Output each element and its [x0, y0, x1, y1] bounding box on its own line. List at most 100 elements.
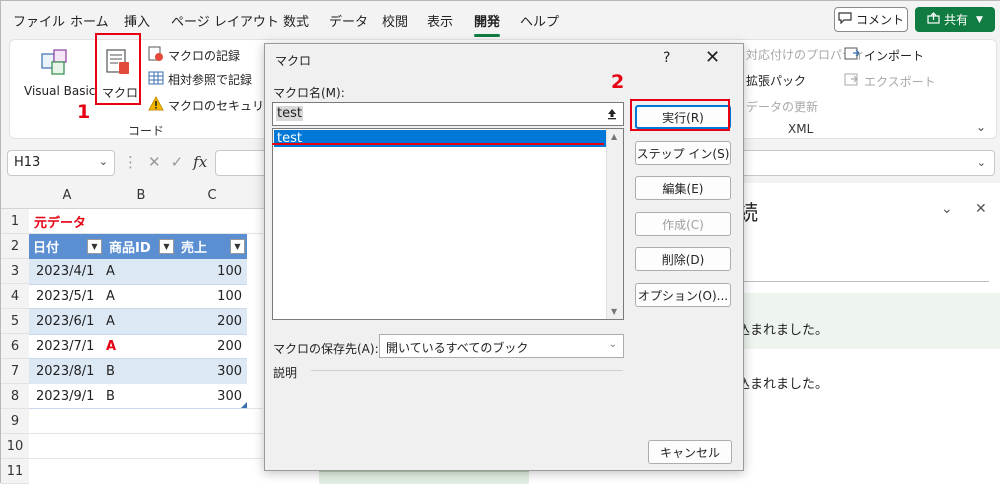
row-header[interactable]: 10: [1, 434, 29, 459]
description-divider: [311, 370, 623, 371]
collapse-dialog-icon[interactable]: [601, 103, 623, 125]
table-cell[interactable]: 100: [177, 284, 247, 309]
close-icon[interactable]: ✕: [705, 47, 720, 68]
table-cell[interactable]: B: [101, 384, 120, 409]
tab-help[interactable]: ヘルプ: [520, 11, 559, 30]
macro-list[interactable]: test ▲ ▼: [272, 128, 624, 320]
row-header[interactable]: 1: [1, 209, 29, 234]
macro-name-input[interactable]: test: [272, 102, 624, 126]
table-cell[interactable]: A: [101, 284, 120, 309]
export-button[interactable]: エクスポート: [844, 72, 936, 90]
fx-icon[interactable]: fx: [193, 153, 207, 171]
row-header[interactable]: 8: [1, 384, 29, 409]
table-cell[interactable]: 2023/6/1: [31, 309, 99, 334]
task-pane: 続 ⌄ ✕ 込まれました。 込まれました。: [709, 183, 1000, 484]
table-cell[interactable]: B: [101, 359, 120, 384]
macro-store-select[interactable]: 開いているすべてのブック ⌄: [379, 334, 624, 358]
tab-review[interactable]: 校閲: [382, 11, 408, 30]
scroll-down-icon[interactable]: ▼: [611, 307, 617, 316]
refresh-data-button[interactable]: データの更新: [746, 98, 818, 115]
record-macro-button[interactable]: マクロの記録: [148, 46, 240, 65]
table-cell-highlighted[interactable]: A: [101, 334, 121, 359]
table-cell[interactable]: 100: [177, 259, 247, 284]
row-header[interactable]: 9: [1, 409, 29, 434]
cancel-icon[interactable]: ✕: [148, 153, 161, 171]
chevron-down-icon[interactable]: ⌄: [941, 201, 953, 217]
column-header-d[interactable]: [247, 183, 264, 209]
task-pane-message: 込まれました。: [737, 323, 829, 338]
more-icon: ⋮: [123, 153, 138, 171]
visual-basic-label: Visual Basic: [24, 84, 96, 98]
sheet-title-cell[interactable]: 元データ: [29, 209, 91, 234]
task-pane-divider: [709, 281, 989, 282]
tab-data[interactable]: データ: [329, 11, 368, 30]
table-cell[interactable]: A: [101, 259, 120, 284]
tab-home[interactable]: ホーム: [70, 11, 109, 30]
tab-developer[interactable]: 開発: [474, 11, 501, 37]
column-header-c[interactable]: C: [177, 183, 247, 209]
table-cell[interactable]: 2023/7/1: [31, 334, 99, 359]
relative-reference-label: 相対参照で記録: [168, 73, 253, 87]
filter-dropdown-icon[interactable]: ▼: [159, 239, 174, 254]
confirm-icon[interactable]: ✓: [171, 153, 184, 171]
help-icon[interactable]: ?: [663, 50, 670, 66]
edit-button[interactable]: 編集(E): [635, 176, 731, 200]
table-cell[interactable]: 300: [177, 359, 247, 384]
column-header-a[interactable]: A: [29, 183, 105, 209]
select-all-corner[interactable]: [1, 183, 29, 209]
table-cell[interactable]: A: [101, 309, 120, 334]
tab-view[interactable]: 表示: [427, 11, 453, 30]
export-icon: [844, 72, 860, 90]
step-in-button[interactable]: ステップ イン(S): [635, 141, 731, 165]
row-header[interactable]: 3: [1, 259, 29, 284]
refresh-data-label: データの更新: [746, 100, 819, 114]
ribbon-collapse-icon[interactable]: ⌄: [976, 120, 986, 134]
table-cell[interactable]: 200: [177, 309, 247, 334]
row-header[interactable]: 4: [1, 284, 29, 309]
visual-basic-button[interactable]: Visual Basic: [16, 44, 96, 104]
comment-button[interactable]: コメント: [834, 7, 908, 32]
tab-file[interactable]: ファイル: [13, 11, 65, 30]
macro-name-label: マクロ名(M):: [273, 86, 345, 100]
macro-store-label: マクロの保存先(A):: [273, 342, 379, 356]
close-icon[interactable]: ✕: [975, 201, 987, 217]
scroll-up-icon[interactable]: ▲: [611, 132, 617, 141]
table-cell[interactable]: 2023/4/1: [31, 259, 99, 284]
relative-reference-button[interactable]: 相対参照で記録: [148, 70, 252, 89]
tab-formulas[interactable]: 数式: [283, 11, 309, 30]
delete-button[interactable]: 削除(D): [635, 247, 731, 271]
table-header-label: 日付: [33, 241, 60, 256]
row-header[interactable]: 11: [1, 459, 29, 484]
excel-window: ファイル ホーム 挿入 ページ レイアウト 数式 データ 校閲 表示 開発 ヘル…: [0, 0, 1000, 484]
filter-dropdown-icon[interactable]: ▼: [87, 239, 102, 254]
cancel-button[interactable]: キャンセル: [648, 440, 732, 464]
tab-page-layout[interactable]: ページ レイアウト: [171, 11, 279, 30]
row-header[interactable]: 2: [1, 234, 29, 259]
filter-dropdown-icon[interactable]: ▼: [230, 239, 245, 254]
table-cell[interactable]: 2023/8/1: [31, 359, 99, 384]
row-header[interactable]: 6: [1, 334, 29, 359]
table-header-label: 売上: [181, 241, 208, 256]
chevron-down-icon: ▼: [976, 14, 983, 25]
tab-insert[interactable]: 挿入: [124, 11, 150, 30]
table-cell[interactable]: 300: [177, 384, 247, 409]
table-cell[interactable]: 2023/5/1: [31, 284, 99, 309]
row-header[interactable]: 5: [1, 309, 29, 334]
column-header-b[interactable]: B: [105, 183, 177, 209]
expansion-pack-button[interactable]: 拡張パック: [746, 72, 806, 89]
create-button[interactable]: 作成(C): [635, 212, 731, 236]
formula-controls: ⋮ ✕ ✓ fx: [123, 153, 207, 171]
table-cell[interactable]: 2023/9/1: [31, 384, 99, 409]
table-resize-handle[interactable]: [241, 402, 247, 408]
options-button[interactable]: オプション(O)...: [635, 283, 731, 307]
list-scrollbar[interactable]: ▲ ▼: [606, 129, 623, 319]
export-label: エクスポート: [864, 74, 936, 89]
name-box[interactable]: H13 ⌄: [7, 150, 115, 176]
import-icon: [844, 46, 860, 64]
record-macro-icon: [148, 46, 164, 65]
table-cell[interactable]: 200: [177, 334, 247, 359]
import-button[interactable]: インポート: [844, 46, 924, 64]
description-label: 説明: [273, 366, 298, 380]
share-button[interactable]: 共有 ▼: [915, 7, 995, 32]
row-header[interactable]: 7: [1, 359, 29, 384]
